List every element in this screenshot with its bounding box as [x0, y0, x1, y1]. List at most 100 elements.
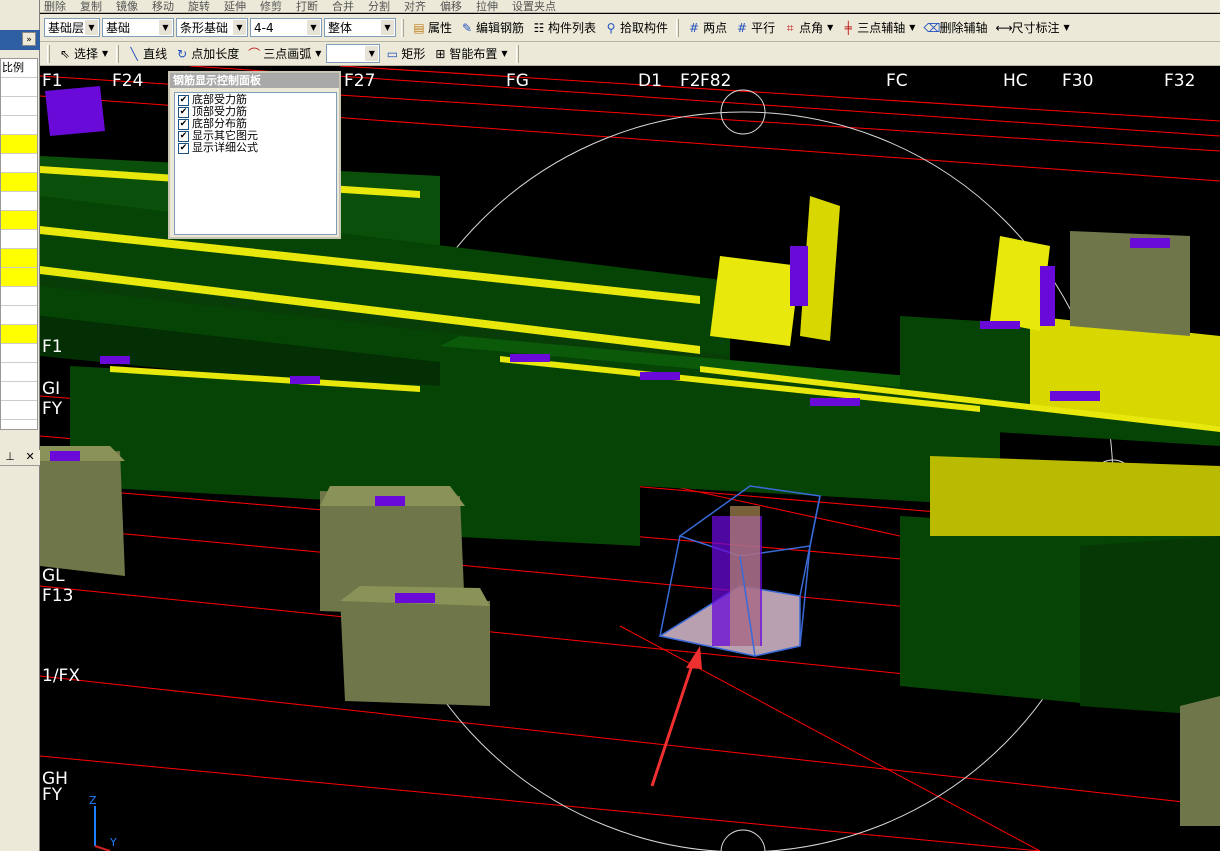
- grid-axis-label: 1/FX: [42, 666, 80, 686]
- checkbox[interactable]: ✔: [178, 118, 189, 130]
- properties-icon: ▤: [413, 20, 425, 35]
- toolbar-item[interactable]: 对齐: [404, 1, 426, 12]
- list-row[interactable]: [1, 135, 37, 154]
- rebar-display-control-panel[interactable]: 钢筋显示控制面板 ✔ 底部受力筋 ✔ 顶部受力筋 ✔ 底部分布筋 ✔ 显示其它图元 ✔ 显示详细公…: [168, 71, 341, 239]
- component-name-select[interactable]: 4-4 ▼: [250, 18, 322, 37]
- selected-foundation-rebar-cage[interactable]: [658, 485, 821, 657]
- grid-axis-label: F1: [42, 71, 63, 91]
- toolbar-separator: [676, 18, 680, 37]
- point-length-button[interactable]: ↻ 点加长度: [172, 44, 242, 64]
- arc-select[interactable]: ▼: [326, 44, 381, 63]
- smart-layout-button[interactable]: ⊞ 智能布置 ▼: [430, 44, 510, 64]
- grid-axis-label: FC: [886, 71, 908, 91]
- checkbox[interactable]: ✔: [178, 130, 189, 142]
- strip-foundation-slabs[interactable]: [40, 156, 1220, 716]
- toolbar-item[interactable]: 镜像: [116, 1, 138, 12]
- list-row[interactable]: [1, 344, 37, 363]
- list-row[interactable]: [1, 116, 37, 135]
- properties-button[interactable]: ▤ 属性: [409, 18, 455, 38]
- column-cap: [45, 86, 105, 136]
- checkbox[interactable]: ✔: [178, 94, 189, 106]
- scope-select[interactable]: 整体 ▼: [324, 18, 396, 37]
- pin-icon[interactable]: ⊥: [5, 450, 15, 465]
- checkbox[interactable]: ✔: [178, 142, 189, 154]
- dimension-button[interactable]: ⟷ 尺寸标注 ▼: [992, 18, 1072, 38]
- list-row[interactable]: [1, 230, 37, 249]
- parallel-button[interactable]: # 平行: [732, 18, 778, 38]
- list-row[interactable]: [1, 211, 37, 230]
- rectangle-button[interactable]: ▭ 矩形: [382, 44, 428, 64]
- property-list[interactable]: 比例: [0, 58, 38, 430]
- toolbar-item[interactable]: 偏移: [440, 1, 462, 12]
- toolbar-item[interactable]: 删除: [44, 1, 66, 12]
- parallel-icon: #: [737, 20, 748, 35]
- list-row[interactable]: [1, 306, 37, 325]
- pick-component-button[interactable]: ⚲ 拾取构件: [601, 18, 671, 38]
- list-row[interactable]: [1, 192, 37, 211]
- list-row[interactable]: [1, 97, 37, 116]
- list-row[interactable]: [1, 420, 37, 429]
- list-icon: ☷: [533, 20, 545, 35]
- type-select[interactable]: 条形基础 ▼: [176, 18, 248, 37]
- grid-axis-label: GL: [42, 566, 65, 586]
- toolbar-item[interactable]: 旋转: [188, 1, 210, 12]
- grid-axis-label: FY: [42, 399, 63, 419]
- grid-axis-label: F2: [680, 71, 701, 91]
- draw-toolbar: ⇖ 选择 ▼ ╲ 直线 ↻ 点加长度 ⌒ 三点画弧 ▼ ▼ ▭ 矩形 ⊞ 智能布置 ▼: [40, 42, 1220, 66]
- list-row[interactable]: [1, 382, 37, 401]
- grid-axis-label: F13: [42, 586, 73, 606]
- list-row[interactable]: [1, 363, 37, 382]
- list-header: 比例: [1, 59, 37, 78]
- select-button[interactable]: ⇖ 选择 ▼: [55, 44, 111, 64]
- grid-axis-label: F1: [42, 337, 63, 357]
- chevron-down-icon: ▼: [233, 20, 246, 35]
- three-point-arc-button[interactable]: ⌒ 三点画弧 ▼: [244, 44, 324, 64]
- list-row[interactable]: [1, 78, 37, 97]
- svg-text:Z: Z: [89, 794, 97, 807]
- toolbar-item[interactable]: 拉伸: [476, 1, 498, 12]
- toolbar-item[interactable]: 移动: [152, 1, 174, 12]
- toolbar-item[interactable]: 设置夹点: [512, 1, 556, 12]
- three-point-axis-button[interactable]: ╪ 三点辅轴 ▼: [838, 18, 918, 38]
- chevron-down-icon: ▼: [307, 20, 320, 35]
- grid-axis-label: D1: [638, 71, 662, 91]
- chevron-down-icon: ▼: [1063, 23, 1070, 32]
- component-list-button[interactable]: ☷ 构件列表: [529, 18, 599, 38]
- toolbar-item[interactable]: 打断: [296, 1, 318, 12]
- chevron-down-icon: ▼: [315, 49, 322, 58]
- list-row[interactable]: [1, 401, 37, 420]
- chevron-down-icon: ▼: [827, 23, 834, 32]
- edit-toolbar: 删除 复制 镜像 移动 旋转 延伸 修剪 打断 合并 分割 对齐 偏移 拉伸 设置夹点: [40, 0, 1220, 13]
- category-select[interactable]: 基础 ▼: [102, 18, 174, 37]
- toolbar-item[interactable]: 合并: [332, 1, 354, 12]
- toolbar-item[interactable]: 复制: [80, 1, 102, 12]
- list-row[interactable]: [1, 268, 37, 287]
- chevron-down-icon: ▼: [159, 20, 172, 35]
- list-row[interactable]: [1, 325, 37, 344]
- rebar-option[interactable]: ✔ 显示详细公式: [178, 142, 333, 154]
- two-points-button[interactable]: # 两点: [684, 18, 730, 38]
- left-dock-panel: » 比例 ⊥ ✕: [0, 0, 40, 851]
- close-icon[interactable]: ✕: [25, 450, 34, 465]
- toolbar-item[interactable]: 修剪: [260, 1, 282, 12]
- checkbox[interactable]: ✔: [178, 106, 189, 118]
- arc-icon: ⌒: [248, 46, 261, 61]
- list-row[interactable]: [1, 249, 37, 268]
- panel-title: 钢筋显示控制面板: [170, 73, 339, 88]
- line-button[interactable]: ╲ 直线: [124, 44, 170, 64]
- 3d-viewport[interactable]: Z Y F1 F24 F27 FG D1 F2 F82 FC HC F30 F32 F1 GI FY GL F…: [40, 66, 1220, 851]
- edit-rebar-button[interactable]: ✎ 编辑钢筋: [457, 18, 527, 38]
- panel-controls: ⊥ ✕: [0, 450, 40, 466]
- delete-axis-button[interactable]: ⌫ 删除辅轴: [920, 18, 990, 38]
- expand-chevron-icon[interactable]: »: [22, 32, 36, 46]
- chevron-down-icon: ▼: [85, 20, 98, 35]
- toolbar-item[interactable]: 延伸: [224, 1, 246, 12]
- toolbar-item[interactable]: 分割: [368, 1, 390, 12]
- rebar-options-list: ✔ 底部受力筋 ✔ 顶部受力筋 ✔ 底部分布筋 ✔ 显示其它图元 ✔ 显示详细公式: [174, 92, 337, 235]
- list-row[interactable]: [1, 287, 37, 306]
- list-row[interactable]: [1, 173, 37, 192]
- floor-select[interactable]: 基础层 ▼: [44, 18, 100, 37]
- point-angle-button[interactable]: ⌗ 点角 ▼: [780, 18, 836, 38]
- list-row[interactable]: [1, 154, 37, 173]
- grid-axis-label: HC: [1003, 71, 1028, 91]
